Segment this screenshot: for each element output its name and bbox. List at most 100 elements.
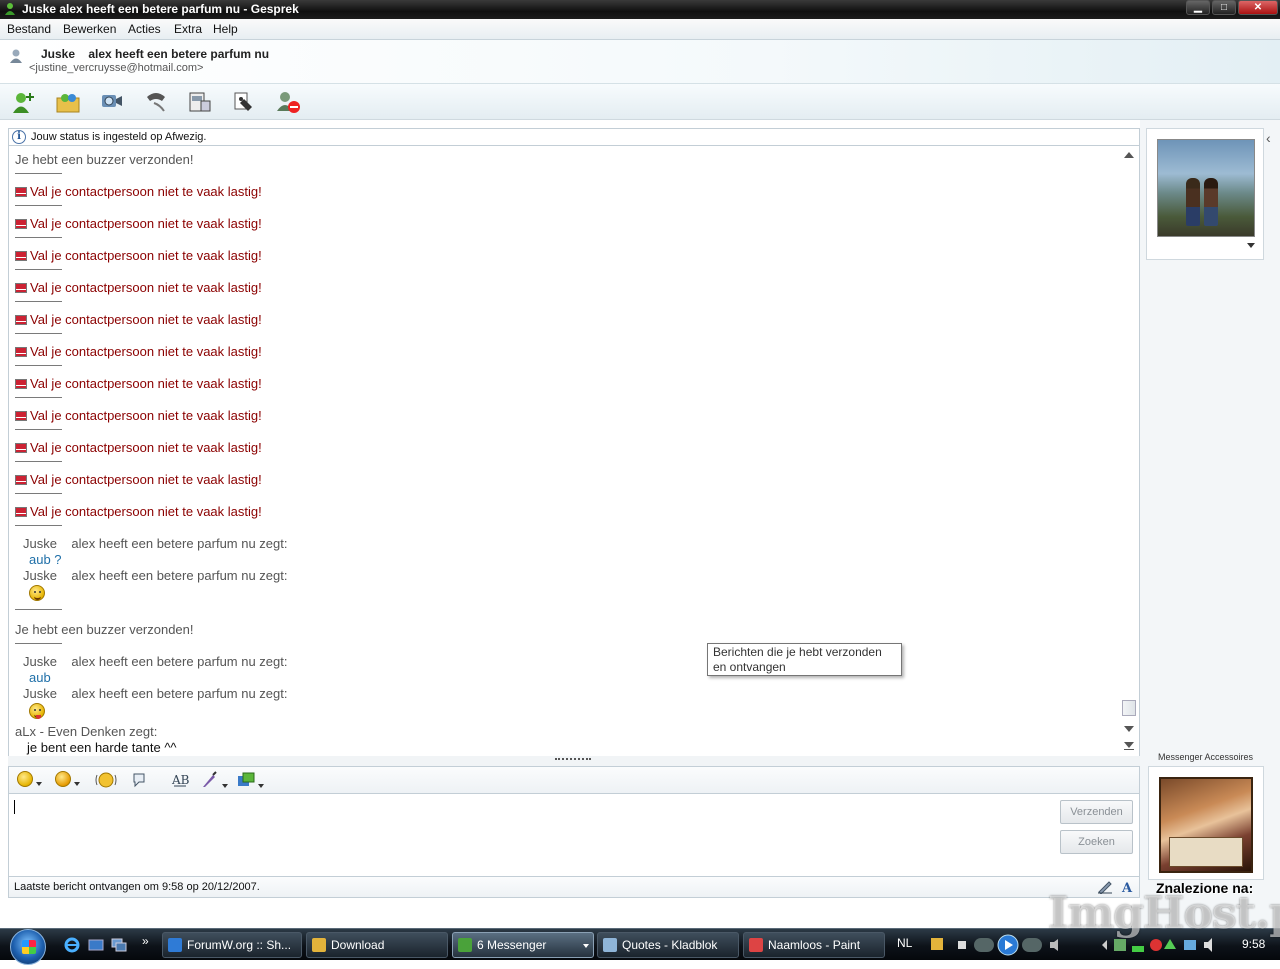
sender-line: Juske alex heeft een betere parfum nu ze… (23, 536, 288, 551)
nudge-warning-icon (15, 283, 27, 293)
warning-message: Val je contactpersoon niet te vaak lasti… (15, 504, 262, 519)
nudge-warning-icon (15, 315, 27, 325)
nudge-warning-icon (15, 411, 27, 421)
switch-windows-icon[interactable] (111, 937, 127, 953)
messenger-icon (5, 3, 15, 15)
video-icon[interactable] (186, 89, 214, 115)
smiley-emoticon-icon (29, 585, 45, 601)
sender-line: Juske alex heeft een betere parfum nu ze… (23, 568, 288, 583)
share-folder-icon[interactable] (54, 89, 82, 115)
warning-message: Val je contactpersoon niet te vaak lasti… (15, 344, 262, 359)
warning-message: Val je contactpersoon niet te vaak lasti… (15, 312, 262, 327)
accessory-image (1159, 777, 1253, 873)
scroll-down-icon[interactable] (1124, 726, 1134, 732)
taskbar-item-forum[interactable]: ForumW.org :: Sh... (162, 932, 302, 958)
media-player-icon[interactable] (930, 937, 944, 951)
last-message-status: Laatste bericht ontvangen om 9:58 op 20/… (8, 876, 1140, 898)
vertical-scrollbar[interactable] (1119, 146, 1139, 756)
maximize-button[interactable]: □ (1212, 0, 1236, 15)
accessory-frame[interactable] (1148, 766, 1264, 880)
menu-acties[interactable]: Acties (128, 22, 161, 36)
message-input[interactable]: Verzenden Zoeken (8, 794, 1140, 876)
message-separator (15, 397, 62, 398)
contact-status-icon (10, 49, 22, 63)
background-icon[interactable] (201, 771, 228, 791)
tooltip: Berichten die je hebt verzonden en ontva… (707, 643, 902, 676)
input-toolbar: AB (8, 766, 1140, 794)
menu-bewerken[interactable]: Bewerken (63, 22, 116, 36)
title-bar: Juske alex heeft een betere parfum nu - … (0, 0, 1280, 19)
message-separator (15, 429, 62, 430)
nudge-warning-icon (15, 251, 27, 261)
menu-help[interactable]: Help (213, 22, 238, 36)
wink-icon[interactable] (55, 771, 80, 791)
webcam-icon[interactable] (98, 89, 126, 115)
font-icon[interactable]: AB (171, 771, 190, 791)
contact-name: Juske alex heeft een betere parfum nu (41, 47, 270, 61)
buzzer-message: Je hebt een buzzer verzonden! (15, 622, 194, 637)
nudge-icon[interactable] (95, 771, 117, 791)
send-button[interactable]: Verzenden (1060, 800, 1133, 824)
last-message-text: Laatste bericht ontvangen om 9:58 op 20/… (14, 881, 260, 893)
window-title: Juske alex heeft een betere parfum nu - … (22, 2, 299, 16)
search-button[interactable]: Zoeken (1060, 830, 1133, 854)
ie-icon[interactable] (64, 937, 80, 953)
games-icon[interactable] (230, 89, 258, 115)
collapse-pane-icon[interactable]: ‹ (1266, 130, 1278, 160)
message-separator (15, 461, 62, 462)
phone-call-icon[interactable] (142, 89, 170, 115)
system-tray-icons[interactable] (1100, 937, 1230, 953)
warning-message: Val je contactpersoon niet te vaak lasti… (15, 184, 262, 199)
message-separator (15, 643, 62, 644)
scroll-thumb[interactable] (1122, 700, 1136, 716)
message-separator (15, 365, 62, 366)
warning-message: Val je contactpersoon niet te vaak lasti… (15, 280, 262, 295)
emoticon-icon[interactable] (17, 771, 42, 791)
close-button[interactable]: ✕ (1238, 0, 1278, 15)
message-separator (15, 333, 62, 334)
warning-message: Val je contactpersoon niet te vaak lasti… (15, 472, 262, 487)
contact-header: Juske alex heeft een betere parfum nu <j… (0, 40, 1280, 84)
clock[interactable]: 9:58 (1242, 937, 1265, 969)
message-separator (15, 493, 62, 494)
warning-message: Val je contactpersoon niet te vaak lasti… (15, 376, 262, 391)
sender-line: Juske alex heeft een betere parfum nu ze… (23, 654, 288, 669)
tongue-emoticon-icon (29, 703, 45, 719)
conversation-history[interactable]: Je hebt een buzzer verzonden! Val je con… (8, 146, 1140, 756)
message-separator (15, 237, 62, 238)
menu-bestand[interactable]: Bestand (7, 22, 51, 36)
watermark: ImgHost.pl (1048, 888, 1280, 939)
taskbar-item-download[interactable]: Download (306, 932, 448, 958)
paint-icon (749, 938, 763, 952)
text-cursor (14, 800, 15, 814)
own-message: je bent een harde tante ^^ (27, 740, 177, 755)
taskbar-item-paint[interactable]: Naamloos - Paint (743, 932, 885, 958)
menu-extra[interactable]: Extra (174, 22, 202, 36)
message-separator (15, 525, 62, 526)
contact-picture-frame[interactable] (1146, 128, 1264, 260)
taskbar-item-notepad[interactable]: Quotes - Kladblok (597, 932, 739, 958)
sender-line: Juske alex heeft een betere parfum nu ze… (23, 686, 288, 701)
quicklaunch-more-icon[interactable]: » (142, 934, 149, 948)
minimize-button[interactable]: ▁ (1186, 0, 1210, 15)
share-icon[interactable] (237, 771, 264, 791)
message-separator (15, 301, 62, 302)
notepad-icon (603, 938, 617, 952)
taskbar-item-messenger[interactable]: 6 Messenger (452, 932, 594, 958)
block-contact-icon[interactable] (274, 89, 302, 115)
contact-email: <justine_vercruysse@hotmail.com> (29, 62, 204, 74)
splitter-grip[interactable] (555, 758, 591, 762)
show-desktop-icon[interactable] (88, 937, 104, 953)
pane-splitter[interactable] (8, 756, 1140, 766)
chevron-down-icon[interactable] (1247, 243, 1255, 248)
nudge-warning-icon (15, 507, 27, 517)
language-indicator[interactable]: NL (897, 936, 912, 968)
warning-message: Val je contactpersoon niet te vaak lasti… (15, 440, 262, 455)
scroll-end-icon[interactable] (1124, 742, 1134, 748)
scroll-up-icon[interactable] (1124, 152, 1134, 158)
messenger-icon (458, 938, 472, 952)
status-notice: i Jouw status is ingesteld op Afwezig. (8, 128, 1140, 146)
voice-clip-icon[interactable] (131, 771, 147, 791)
invite-contact-icon[interactable] (10, 89, 38, 115)
menu-bar: Bestand Bewerken Acties Extra Help (0, 19, 1280, 40)
